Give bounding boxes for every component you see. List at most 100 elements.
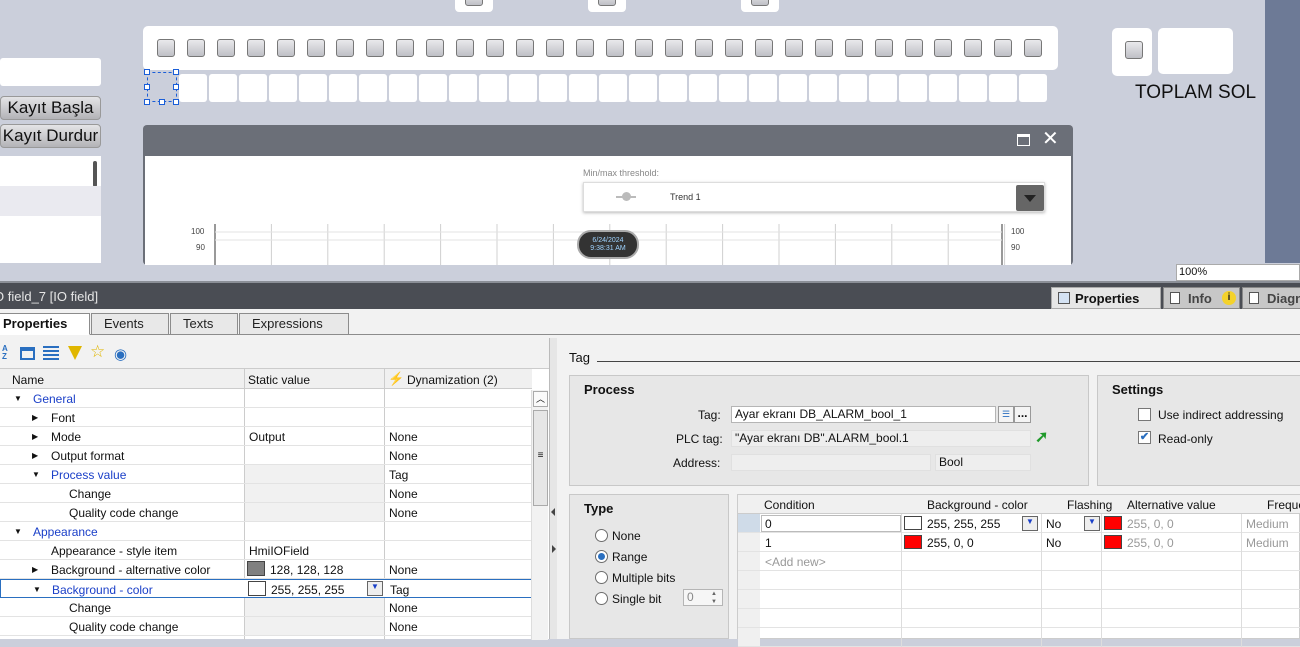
- property-static-value[interactable]: HmiIOField: [249, 544, 309, 558]
- canvas-toggle-button[interactable]: [246, 39, 265, 57]
- canvas-value-field[interactable]: [719, 74, 747, 102]
- property-row[interactable]: ▼ Background - color 255, 255, 255 ▼ Tag: [0, 579, 548, 598]
- flashing-dropdown[interactable]: ▼: [1084, 516, 1100, 531]
- canvas-toggle-button[interactable]: [575, 39, 594, 57]
- property-dynamization[interactable]: None: [389, 506, 418, 520]
- property-row[interactable]: ▶ Background - alternative color 128, 128,…: [0, 560, 548, 579]
- canvas-toggle-button[interactable]: [426, 39, 445, 57]
- top-stub-button[interactable]: [588, 0, 626, 12]
- goto-tag-arrow-icon[interactable]: ➚: [1035, 427, 1048, 447]
- tab-properties[interactable]: Properties: [0, 313, 90, 335]
- cond-frequency-cell[interactable]: Medium: [1246, 536, 1289, 550]
- bg-color-dropdown[interactable]: ▼: [1022, 516, 1038, 531]
- grid-scrollbar[interactable]: ︿ ≡: [531, 390, 548, 640]
- tab-events[interactable]: Events: [91, 313, 169, 335]
- favorite-star-icon[interactable]: ☆: [90, 342, 105, 362]
- property-dynamization[interactable]: None: [389, 563, 418, 577]
- tab-top-info[interactable]: Info i: [1163, 287, 1240, 309]
- add-new-row[interactable]: <Add new>: [765, 555, 826, 569]
- tag-more-button[interactable]: ...: [1014, 406, 1031, 423]
- close-icon[interactable]: ✕: [1042, 129, 1059, 149]
- property-row[interactable]: ▶ Mode Output None: [0, 427, 548, 446]
- property-static-value[interactable]: 255, 255, 255: [271, 583, 344, 597]
- expand-toggle-icon[interactable]: ▶: [32, 413, 38, 422]
- selection-handle[interactable]: [173, 69, 179, 75]
- list-scrollbar[interactable]: [93, 161, 97, 187]
- canvas-value-field[interactable]: [569, 74, 597, 102]
- canvas-value-field[interactable]: [689, 74, 717, 102]
- cond-row[interactable]: [738, 628, 1300, 647]
- bg-color-swatch[interactable]: [904, 535, 922, 549]
- expand-right-icon[interactable]: [552, 545, 556, 553]
- cond-row[interactable]: [738, 590, 1300, 609]
- kayit-durdur-button[interactable]: Kayıt Durdur: [0, 124, 101, 148]
- expand-toggle-icon[interactable]: ▶: [32, 432, 38, 441]
- tab-top-diagnostics[interactable]: Diagn: [1242, 287, 1300, 309]
- canvas-toggle-button[interactable]: [306, 39, 325, 57]
- canvas-toggle-button[interactable]: [964, 39, 983, 57]
- canvas-value-field[interactable]: [299, 74, 327, 102]
- row-header[interactable]: [738, 609, 760, 627]
- property-row[interactable]: Quality code change None: [0, 617, 548, 636]
- property-dynamization[interactable]: None: [389, 601, 418, 615]
- property-row[interactable]: ▼ General: [0, 389, 548, 408]
- read-only-checkbox[interactable]: ✔: [1138, 431, 1151, 444]
- row-header[interactable]: [738, 552, 760, 570]
- col-name[interactable]: Name: [12, 373, 44, 387]
- canvas-value-field[interactable]: [479, 74, 507, 102]
- canvas-value-field[interactable]: [599, 74, 627, 102]
- property-row[interactable]: Change None: [0, 484, 548, 503]
- dropdown-button[interactable]: [1016, 185, 1044, 211]
- cond-alt-value-cell[interactable]: 255, 0, 0: [1127, 536, 1174, 550]
- canvas-value-field[interactable]: [449, 74, 477, 102]
- property-row[interactable]: ▶ Font: [0, 408, 548, 427]
- canvas-toggle-button[interactable]: [725, 39, 744, 57]
- radio-single-bit[interactable]: [595, 592, 608, 605]
- row-header[interactable]: [738, 514, 760, 532]
- cond-flashing-cell[interactable]: No: [1046, 536, 1061, 550]
- cond-row[interactable]: [738, 609, 1300, 628]
- cond-alt-value-cell[interactable]: 255, 0, 0: [1127, 517, 1174, 531]
- selection-handle[interactable]: [159, 99, 165, 105]
- canvas-value-field[interactable]: [509, 74, 537, 102]
- canvas-value-field[interactable]: [629, 74, 657, 102]
- selection-handle[interactable]: [144, 99, 150, 105]
- expand-toggle-icon[interactable]: ▶: [32, 565, 38, 574]
- top-stub-button[interactable]: [741, 0, 779, 12]
- stepper-down-icon[interactable]: ▼: [711, 599, 717, 605]
- canvas-toggle-button[interactable]: [904, 39, 923, 57]
- canvas-value-field[interactable]: [989, 74, 1017, 102]
- canvas-value-field[interactable]: [899, 74, 927, 102]
- canvas-toggle-button[interactable]: [784, 39, 803, 57]
- canvas-value-field[interactable]: [209, 74, 237, 102]
- canvas-value-field[interactable]: [809, 74, 837, 102]
- canvas-value-field[interactable]: [389, 74, 417, 102]
- expand-toggle-icon[interactable]: ▼: [14, 527, 22, 536]
- kayit-basla-button[interactable]: Kayıt Başla: [0, 96, 101, 120]
- radio-multiple-bits[interactable]: [595, 571, 608, 584]
- cond-row[interactable]: <Add new>: [738, 552, 1300, 571]
- bg-color-swatch[interactable]: [904, 516, 922, 530]
- canvas-toggle-button[interactable]: [665, 39, 684, 57]
- zoom-field[interactable]: 100%: [1176, 264, 1300, 281]
- expand-toggle-icon[interactable]: ▼: [32, 470, 40, 479]
- collapse-left-icon[interactable]: [551, 508, 555, 516]
- stepper-up-icon[interactable]: ▲: [711, 591, 717, 597]
- canvas-toggle-button[interactable]: [934, 39, 953, 57]
- color-dropdown-button[interactable]: ▼: [367, 581, 383, 596]
- canvas-toggle-button[interactable]: [874, 39, 893, 57]
- cond-row[interactable]: 0 255, 255, 255 No 255, 0, 0 Medium ▼ ▼: [738, 514, 1300, 533]
- canvas-toggle-button[interactable]: [276, 39, 295, 57]
- indirect-addressing-checkbox[interactable]: [1138, 408, 1151, 421]
- property-dynamization[interactable]: None: [389, 449, 418, 463]
- tab-expressions[interactable]: Expressions: [239, 313, 349, 335]
- cond-col-header[interactable]: Flashing: [1067, 498, 1112, 512]
- color-swatch[interactable]: [248, 581, 266, 596]
- property-dynamization[interactable]: None: [389, 620, 418, 634]
- col-static-value[interactable]: Static value: [248, 373, 310, 387]
- canvas-toggle-button[interactable]: [635, 39, 654, 57]
- canvas-toggle-button[interactable]: [994, 39, 1013, 57]
- canvas-toggle-button[interactable]: [216, 39, 235, 57]
- canvas-toggle-button[interactable]: [336, 39, 355, 57]
- selection-handle[interactable]: [173, 84, 179, 90]
